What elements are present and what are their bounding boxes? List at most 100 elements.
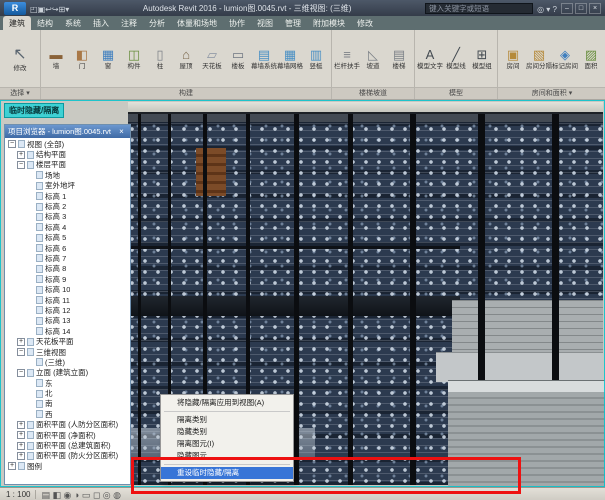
- tree-item[interactable]: +结构平面: [5, 149, 130, 159]
- tree-item[interactable]: 场地: [5, 170, 130, 180]
- tool-面积[interactable]: ▨面积: [578, 48, 604, 70]
- search-input[interactable]: [425, 3, 533, 14]
- tree-item[interactable]: −三维视图: [5, 347, 130, 357]
- tree-item[interactable]: 室外地坪: [5, 181, 130, 191]
- crop-view-icon[interactable]: ▭: [82, 490, 93, 500]
- menu-item[interactable]: 隐藏类别: [161, 426, 293, 438]
- tree-item[interactable]: +天花板平面: [5, 336, 130, 346]
- tree-item[interactable]: 标高 14: [5, 326, 130, 336]
- panel-label-楼梯坡道[interactable]: 楼梯坡道: [332, 87, 414, 99]
- detail-level-icon[interactable]: ▤: [41, 490, 52, 500]
- tool-屋顶[interactable]: ⌂屋顶: [173, 48, 199, 70]
- tree-item[interactable]: +面积平面 (总建筑面积): [5, 440, 130, 450]
- tool-房间分隔[interactable]: ▧房间分隔: [526, 48, 552, 70]
- tool-模型组[interactable]: ⊞模型组: [469, 48, 495, 70]
- undo-icon[interactable]: ↩: [45, 5, 52, 14]
- ribbon-tab-协作[interactable]: 协作: [223, 16, 251, 30]
- collapse-icon[interactable]: −: [17, 369, 25, 377]
- tree-item[interactable]: (三维): [5, 357, 130, 367]
- expand-icon[interactable]: +: [17, 338, 25, 346]
- tool-栏杆扶手[interactable]: ≡栏杆扶手: [334, 48, 360, 70]
- tree-item[interactable]: 标高 5: [5, 233, 130, 243]
- app-menu-button[interactable]: R: [4, 2, 26, 15]
- temporary-hide-icon[interactable]: ◎: [103, 490, 113, 500]
- tool-模型线[interactable]: ╱模型线: [443, 48, 469, 70]
- tree-item[interactable]: +面积平面 (人防分区面积): [5, 420, 130, 430]
- search-go-icon[interactable]: ◎: [537, 5, 546, 14]
- tree-item[interactable]: 标高 3: [5, 212, 130, 222]
- expand-icon[interactable]: +: [8, 462, 16, 470]
- collapse-icon[interactable]: −: [8, 140, 16, 148]
- tree-item[interactable]: 标高 11: [5, 295, 130, 305]
- ribbon-tab-分析[interactable]: 分析: [143, 16, 171, 30]
- tree-item[interactable]: 标高 7: [5, 253, 130, 263]
- menu-item[interactable]: 隔离类别: [161, 414, 293, 426]
- tool-窗[interactable]: ▦窗: [95, 48, 121, 70]
- scale-button[interactable]: 1 : 100: [6, 490, 30, 499]
- sun-path-icon[interactable]: ◉: [64, 490, 74, 500]
- tree-item[interactable]: 标高 9: [5, 274, 130, 284]
- show-crop-icon[interactable]: ◻: [93, 490, 103, 500]
- tool-楼板[interactable]: ▭楼板: [225, 48, 251, 70]
- ribbon-tab-附加模块[interactable]: 附加模块: [307, 16, 351, 30]
- ribbon-tab-建筑[interactable]: 建筑: [3, 16, 31, 30]
- tool-构件[interactable]: ◫构件: [121, 48, 147, 70]
- expand-icon[interactable]: +: [17, 431, 25, 439]
- panel-label-构建[interactable]: 构建: [41, 87, 331, 99]
- tool-坡道[interactable]: ◺坡道: [360, 48, 386, 70]
- ribbon-tab-修改[interactable]: 修改: [351, 16, 379, 30]
- maximize-button[interactable]: □: [575, 3, 587, 14]
- tool-墙[interactable]: ▬墙: [43, 48, 69, 70]
- tool-房间[interactable]: ▣房间: [500, 48, 526, 70]
- panel-label-房间和面积 ▾[interactable]: 房间和面积 ▾: [498, 87, 605, 99]
- menu-item[interactable]: 重设临时隐藏/隔离: [161, 467, 293, 479]
- tree-item[interactable]: 标高 1: [5, 191, 130, 201]
- tree-item[interactable]: 东: [5, 378, 130, 388]
- collapse-icon[interactable]: −: [17, 348, 25, 356]
- tool-幕墙系统[interactable]: ▤幕墙系统: [251, 48, 277, 70]
- tree-item[interactable]: +面积平面 (净面积): [5, 430, 130, 440]
- panel-label-模型[interactable]: 模型: [415, 87, 497, 99]
- menu-item[interactable]: 隔离图元(I): [161, 438, 293, 450]
- help-icon[interactable]: ?: [553, 5, 557, 14]
- shadows-icon[interactable]: ◑: [74, 490, 82, 500]
- tree-item[interactable]: 标高 12: [5, 305, 130, 315]
- tree-item[interactable]: −楼层平面: [5, 160, 130, 170]
- tool-门[interactable]: ◧门: [69, 48, 95, 70]
- menu-item[interactable]: 将隐藏/隔离应用到视图(A): [161, 397, 293, 409]
- tree-item[interactable]: 南: [5, 399, 130, 409]
- tree-item[interactable]: 西: [5, 409, 130, 419]
- collapse-icon[interactable]: −: [17, 161, 25, 169]
- tree-item[interactable]: 标高 2: [5, 201, 130, 211]
- expand-icon[interactable]: +: [17, 151, 25, 159]
- redo-icon[interactable]: ↪: [52, 5, 59, 14]
- tool-修改[interactable]: ↖修改: [2, 46, 38, 72]
- tool-竖梃[interactable]: ▥竖梃: [303, 48, 329, 70]
- save-icon[interactable]: ▣: [38, 5, 46, 14]
- close-icon[interactable]: ×: [116, 127, 127, 136]
- ribbon-tab-插入[interactable]: 插入: [87, 16, 115, 30]
- panel-label-选择 ▾[interactable]: 选择 ▾: [0, 87, 40, 99]
- ribbon-tab-体量和场地[interactable]: 体量和场地: [171, 16, 223, 30]
- tree-item[interactable]: 北: [5, 388, 130, 398]
- tool-标记房间[interactable]: ◈标记房间: [552, 48, 578, 70]
- expand-icon[interactable]: +: [17, 421, 25, 429]
- tree-item[interactable]: 标高 13: [5, 316, 130, 326]
- tree-item[interactable]: +图例: [5, 461, 130, 471]
- tool-天花板[interactable]: ▱天花板: [199, 48, 225, 70]
- project-browser-title-bar[interactable]: 项目浏览器 - lumion图.0045.rvt ×: [5, 125, 130, 138]
- tool-幕墙网格[interactable]: ▦幕墙网格: [277, 48, 303, 70]
- expand-icon[interactable]: +: [17, 452, 25, 460]
- reveal-hidden-icon[interactable]: ◍: [113, 490, 121, 500]
- tree-item[interactable]: 标高 4: [5, 222, 130, 232]
- tool-模型文字[interactable]: A模型文字: [417, 48, 443, 70]
- ribbon-tab-结构[interactable]: 结构: [31, 16, 59, 30]
- tree-item[interactable]: 标高 6: [5, 243, 130, 253]
- menu-item[interactable]: 隐藏图元: [161, 450, 293, 462]
- tree-item[interactable]: −视图 (全部): [5, 139, 130, 149]
- visual-style-icon[interactable]: ◧: [52, 490, 63, 500]
- ribbon-tab-视图[interactable]: 视图: [251, 16, 279, 30]
- tool-柱[interactable]: ▯柱: [147, 48, 173, 70]
- minimize-button[interactable]: –: [561, 3, 573, 14]
- ribbon-tab-注释[interactable]: 注释: [115, 16, 143, 30]
